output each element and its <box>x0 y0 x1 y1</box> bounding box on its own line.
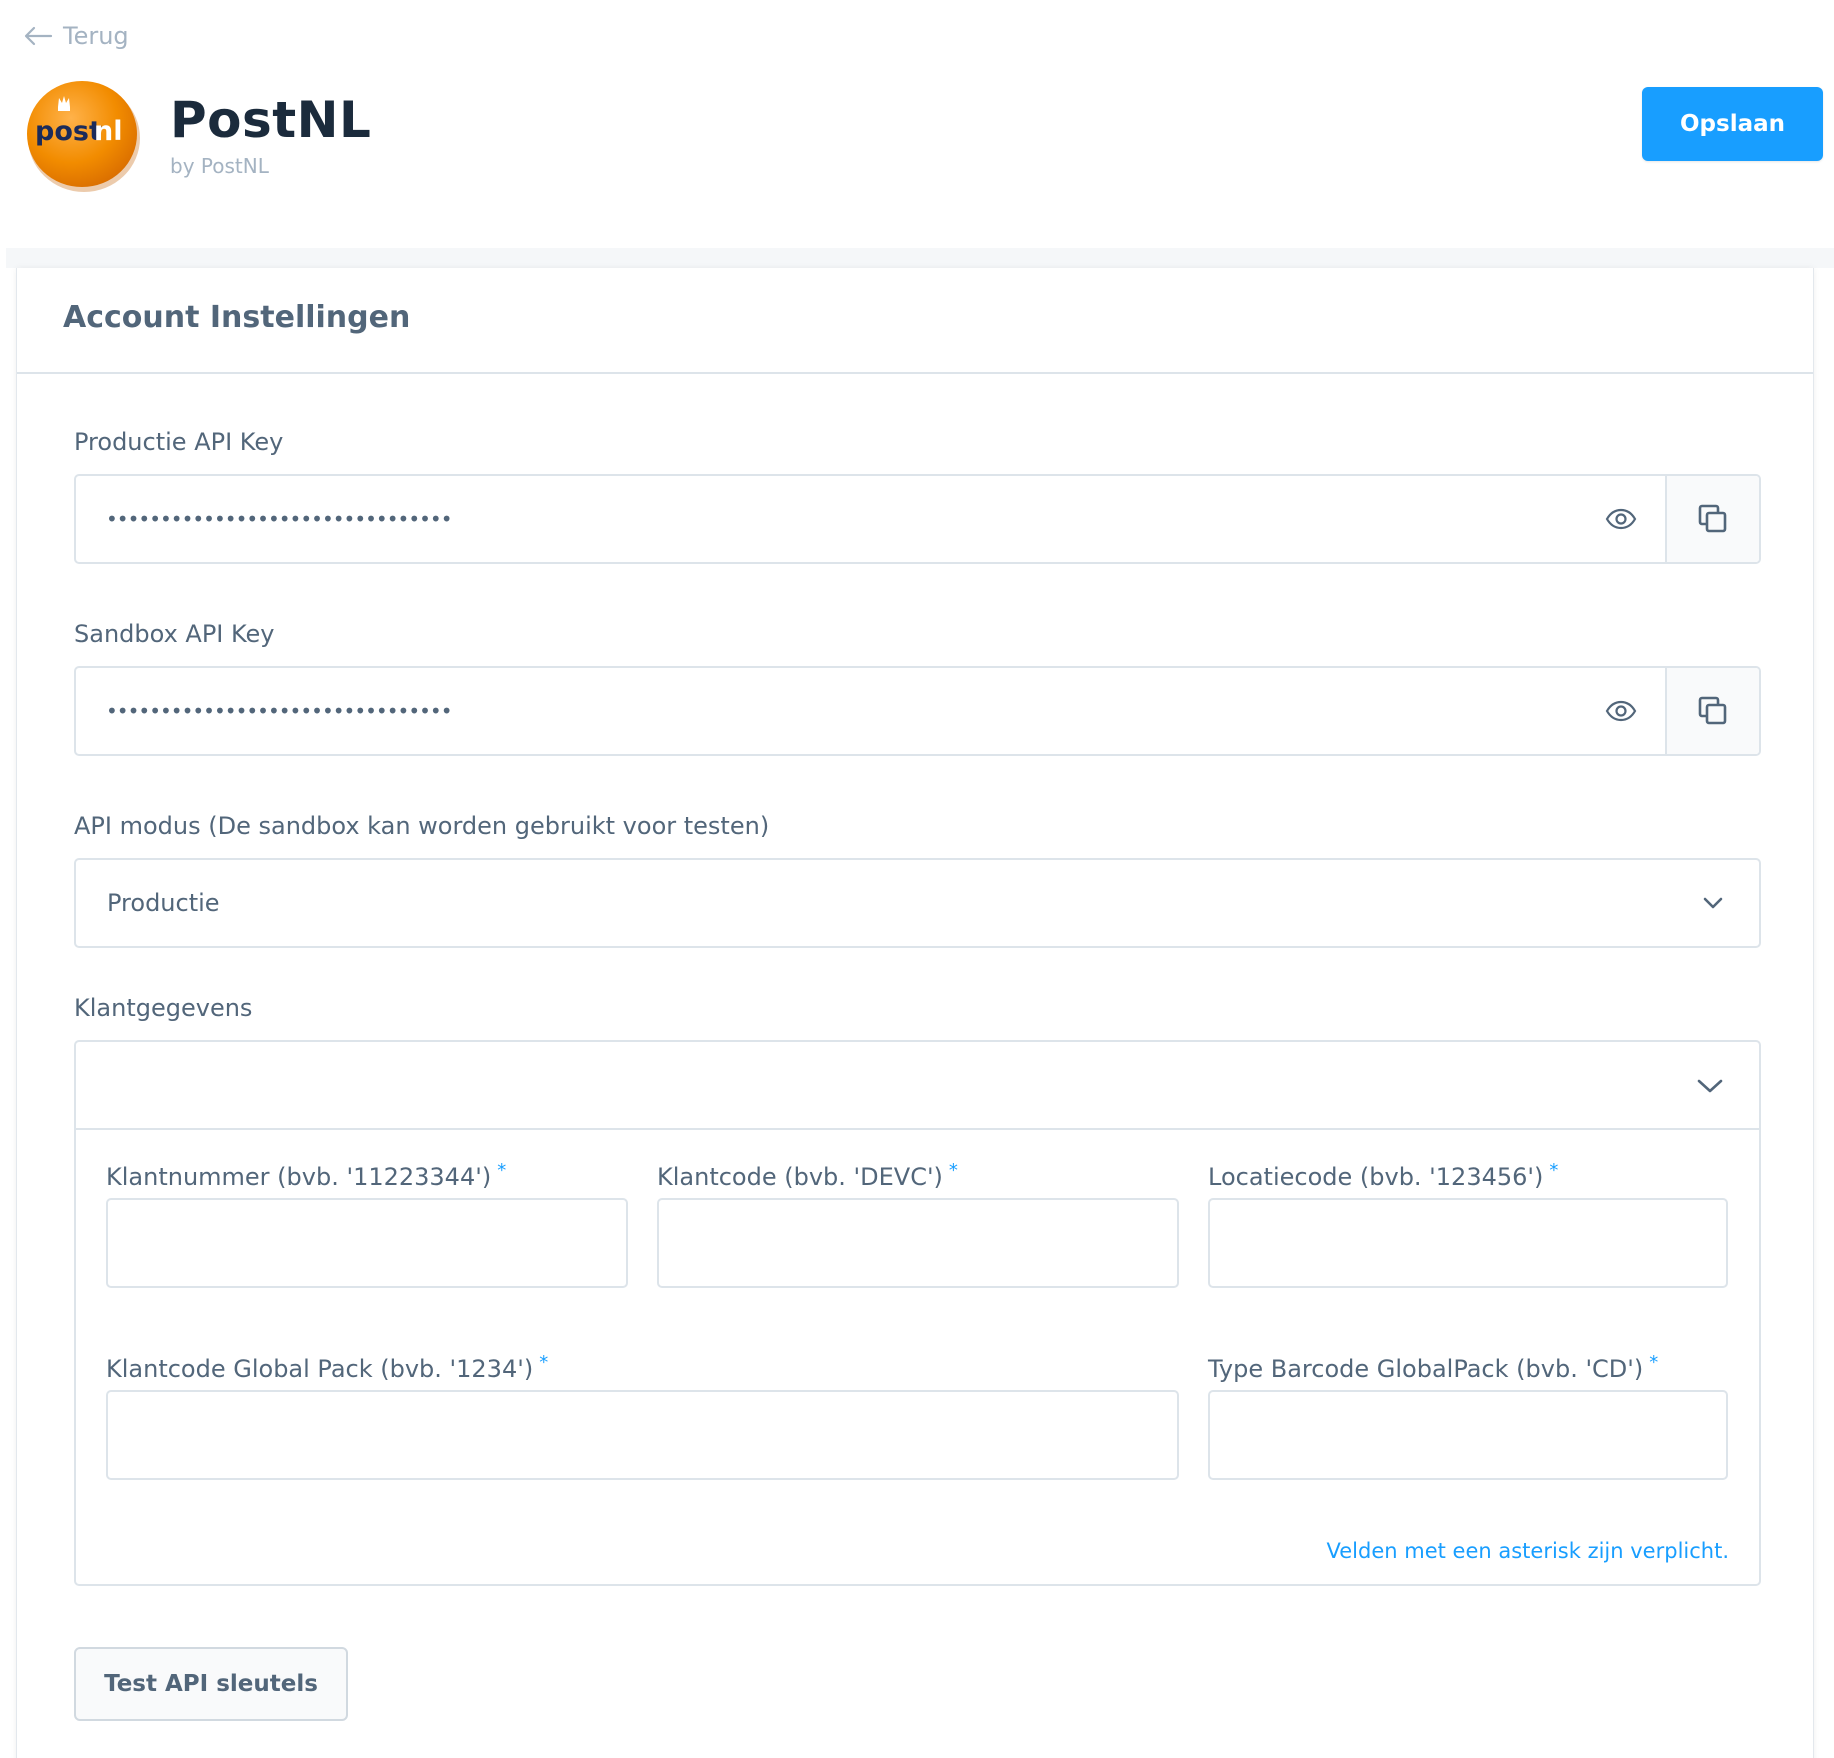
eye-icon[interactable] <box>1605 508 1637 530</box>
copy-production-key-button[interactable] <box>1665 476 1759 562</box>
customer-code-input[interactable] <box>657 1198 1179 1288</box>
api-mode-label: API modus (De sandbox kan worden gebruik… <box>74 812 770 840</box>
card-header: Account Instellingen <box>17 268 1813 374</box>
postnl-logo: post nl <box>27 81 140 192</box>
app-vendor: by PostNL <box>170 154 269 178</box>
production-key-input[interactable]: •••••••••••••••••••••••••••••••• <box>76 476 1665 562</box>
app-title: PostNL <box>170 91 372 149</box>
chevron-down-icon <box>1697 1079 1723 1093</box>
customer-details-toggle[interactable] <box>76 1042 1759 1130</box>
sandbox-key-input[interactable]: •••••••••••••••••••••••••••••••• <box>76 668 1665 754</box>
copy-icon <box>1698 696 1727 725</box>
eye-icon[interactable] <box>1605 700 1637 722</box>
customer-details-panel: Klantnummer (bvb. '11223344') * Klantcode… <box>74 1040 1761 1586</box>
production-key-label: Productie API Key <box>74 428 284 456</box>
chevron-down-icon <box>1703 897 1723 909</box>
required-fields-note: Velden met een asterisk zijn verplicht. <box>1326 1539 1729 1563</box>
api-mode-select[interactable]: Productie <box>74 858 1761 948</box>
back-link[interactable]: Terug <box>23 22 129 50</box>
svg-text:post: post <box>35 116 102 147</box>
production-key-value: •••••••••••••••••••••••••••••••• <box>106 507 452 531</box>
sandbox-key-value: •••••••••••••••••••••••••••••••• <box>106 699 452 723</box>
api-mode-value: Productie <box>107 889 220 917</box>
header-divider <box>6 248 1834 268</box>
sandbox-key-field: •••••••••••••••••••••••••••••••• <box>74 666 1761 756</box>
card-title: Account Instellingen <box>63 300 411 335</box>
account-settings-card: Account Instellingen Productie API Key •… <box>16 268 1814 1758</box>
globalpack-barcode-label: Type Barcode GlobalPack (bvb. 'CD') * <box>1208 1352 1659 1383</box>
globalpack-code-label: Klantcode Global Pack (bvb. '1234') * <box>106 1352 549 1383</box>
copy-sandbox-key-button[interactable] <box>1665 668 1759 754</box>
location-code-label: Locatiecode (bvb. '123456') * <box>1208 1160 1559 1191</box>
globalpack-barcode-input[interactable] <box>1208 1390 1728 1480</box>
location-code-input[interactable] <box>1208 1198 1728 1288</box>
customer-details-label: Klantgegevens <box>74 994 253 1022</box>
production-key-field: •••••••••••••••••••••••••••••••• <box>74 474 1761 564</box>
customer-code-label: Klantcode (bvb. 'DEVC') * <box>657 1160 958 1191</box>
save-button[interactable]: Opslaan <box>1642 87 1823 161</box>
globalpack-code-input[interactable] <box>106 1390 1179 1480</box>
customer-number-label: Klantnummer (bvb. '11223344') * <box>106 1160 507 1191</box>
arrow-left-icon <box>24 26 53 46</box>
copy-icon <box>1698 504 1727 533</box>
back-label: Terug <box>63 22 129 50</box>
customer-number-input[interactable] <box>106 1198 628 1288</box>
test-api-keys-button[interactable]: Test API sleutels <box>74 1647 348 1721</box>
sandbox-key-label: Sandbox API Key <box>74 620 275 648</box>
svg-text:nl: nl <box>94 116 122 147</box>
